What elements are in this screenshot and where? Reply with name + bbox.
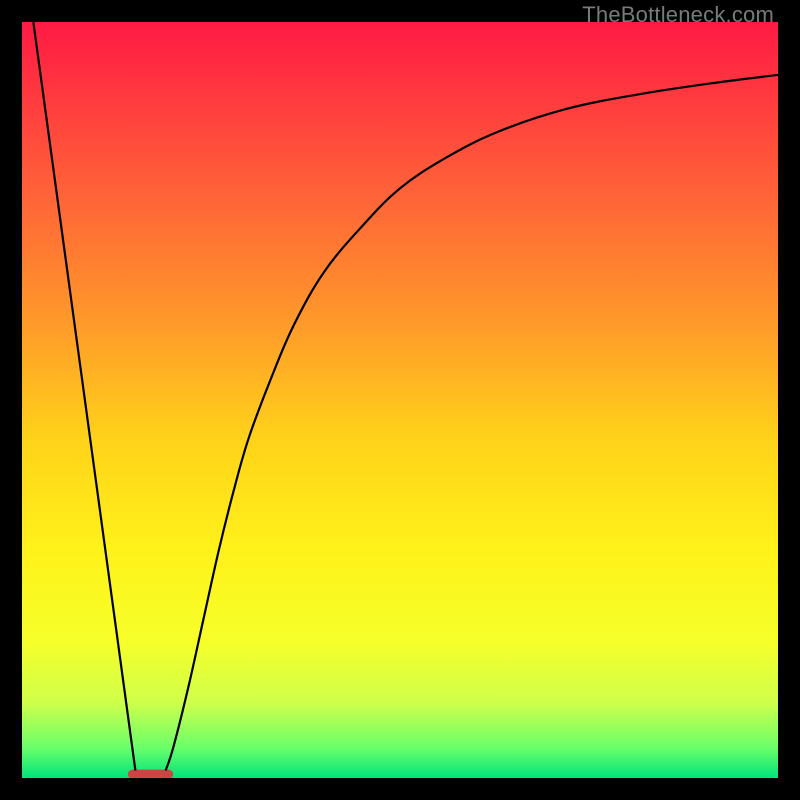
chart-frame [22,22,778,778]
valley-marker [128,770,173,778]
watermark-text: TheBottleneck.com [582,2,774,28]
gradient-background [22,22,778,778]
bottleneck-chart [22,22,778,778]
